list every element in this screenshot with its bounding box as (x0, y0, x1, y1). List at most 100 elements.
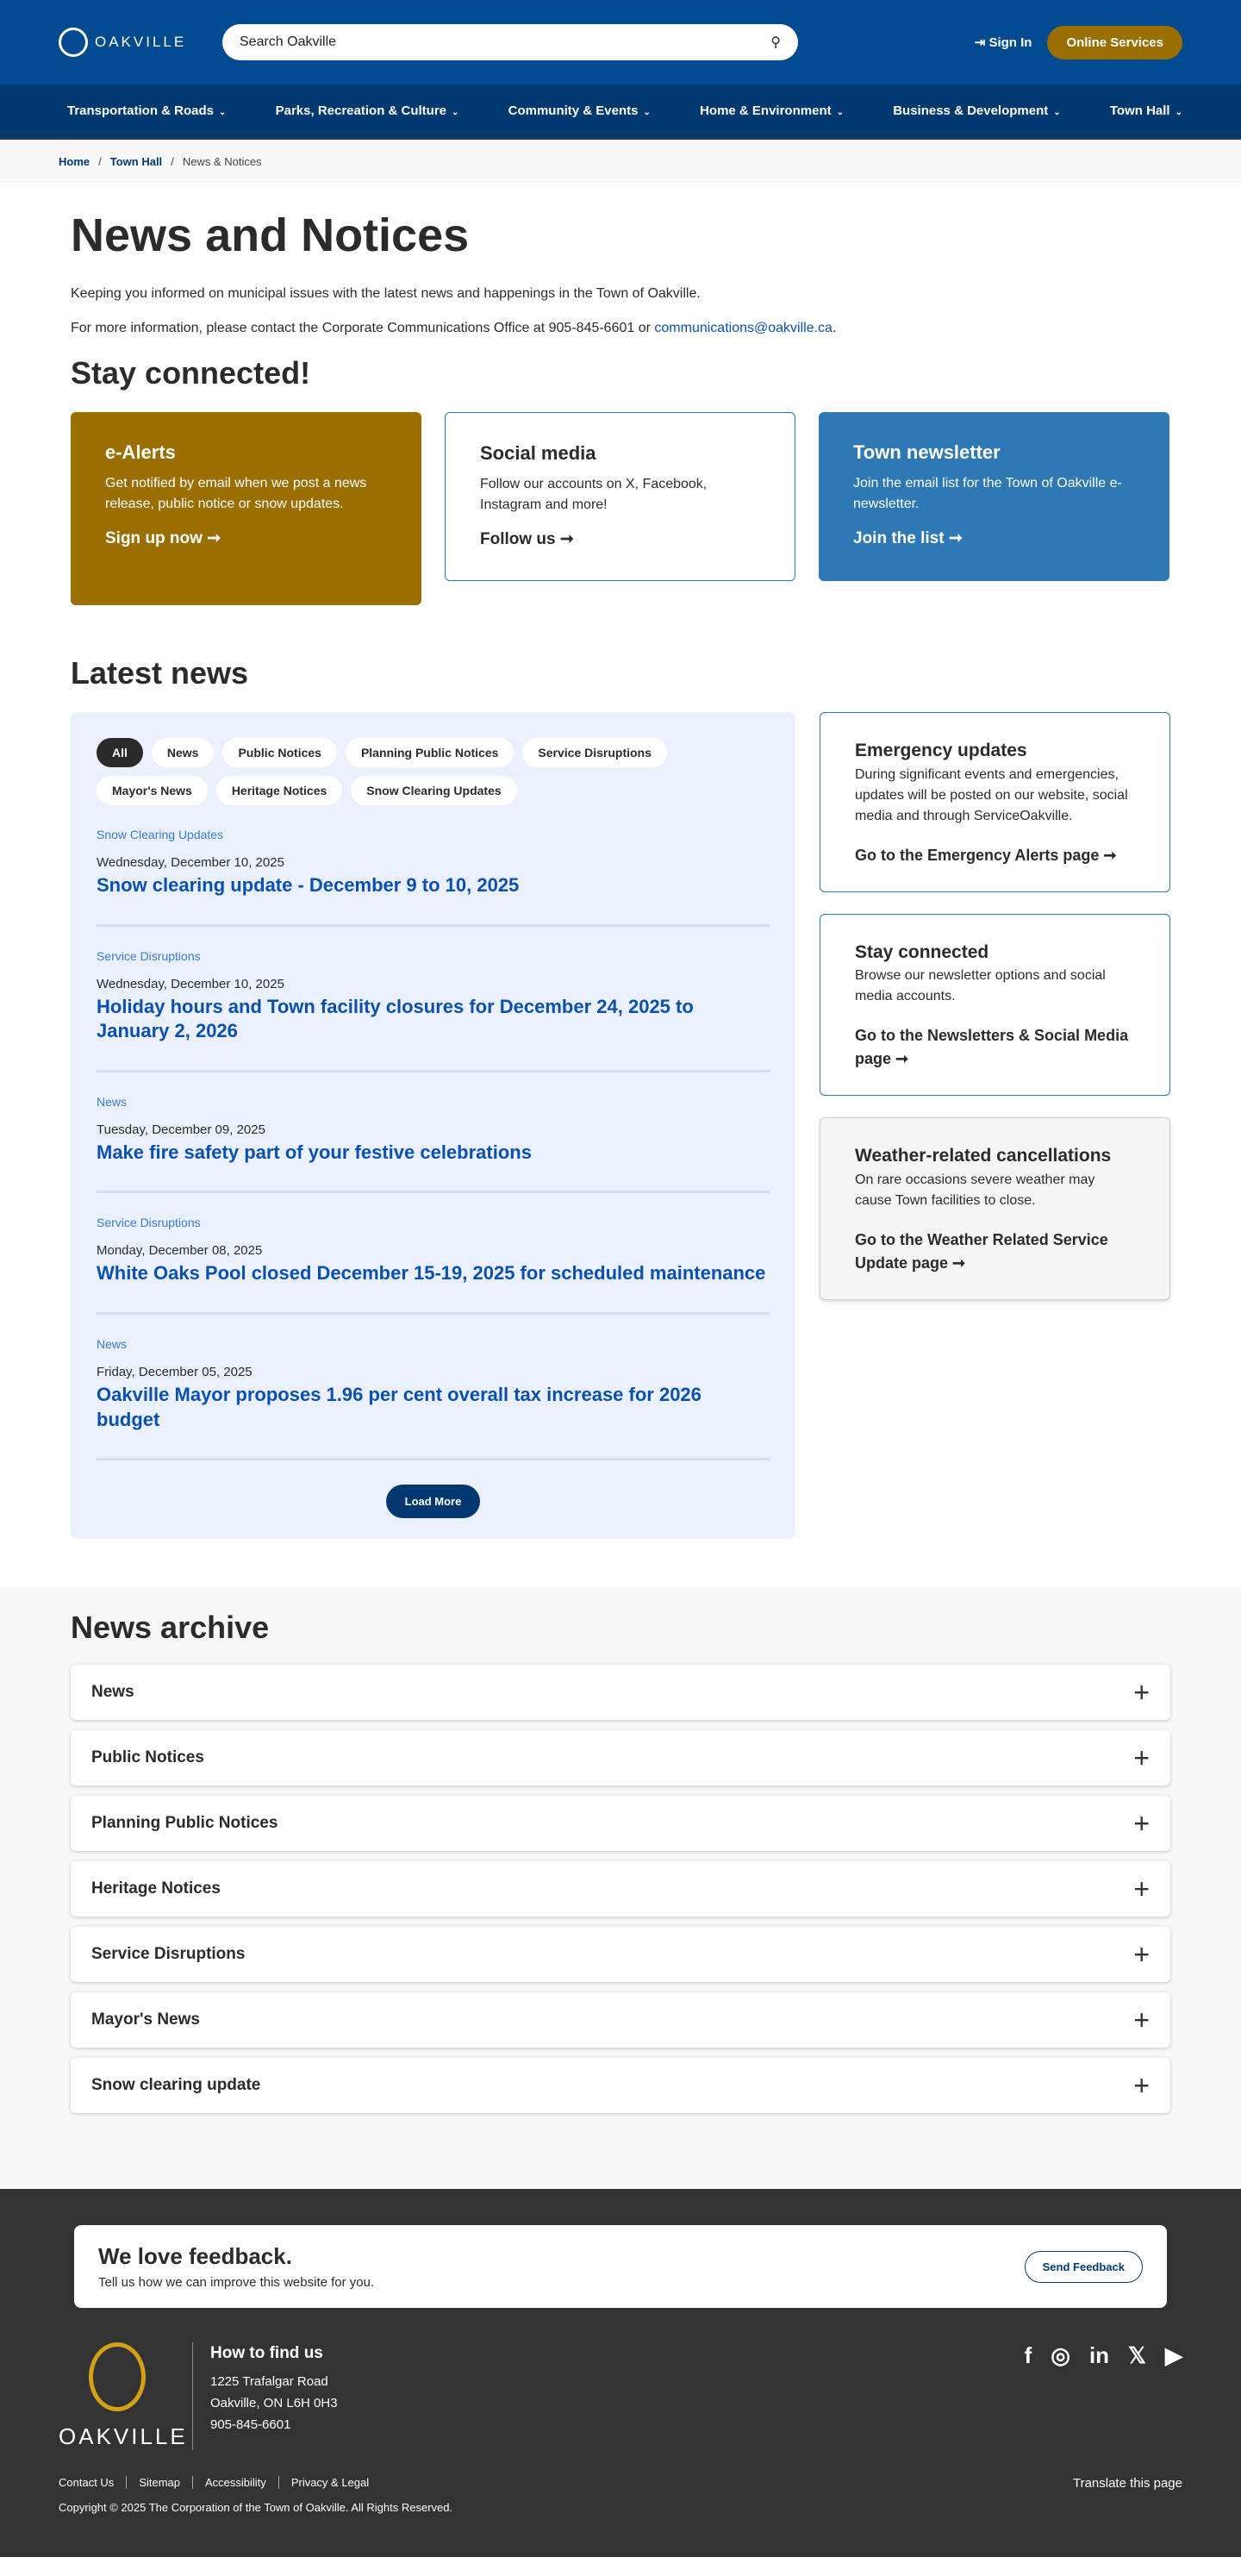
breadcrumb: Home / Town Hall / News & Notices (0, 140, 1241, 183)
archive-accordion[interactable]: News + (71, 1665, 1170, 1721)
send-feedback-button[interactable]: Send Feedback (1024, 2250, 1143, 2283)
search-icon[interactable]: ⚲ (770, 34, 781, 51)
e-alerts-card[interactable]: e-Alerts Get notified by email when we po… (71, 412, 421, 605)
follow-us-link[interactable]: Follow us ➞ (480, 528, 760, 553)
archive-accordion[interactable]: Snow clearing update + (71, 2058, 1170, 2114)
intro-text: Keeping you informed on municipal issues… (71, 286, 701, 301)
chevron-down-icon: ⌄ (836, 108, 844, 117)
card-text: On rare occasions severe weather may cau… (855, 1172, 1095, 1208)
nav-item[interactable]: Community & Events ⌄ (508, 103, 651, 118)
load-more-button[interactable]: Load More (385, 1485, 481, 1519)
logo-mark-icon (88, 2342, 146, 2412)
latest-news-panel: All News Public Notices Planning Public Not… (71, 712, 795, 1540)
sign-up-link[interactable]: Sign up now ➞ (105, 527, 387, 552)
breadcrumb-current: News & Notices (182, 154, 262, 168)
news-title-link[interactable]: Snow clearing update - December 9 to 10,… (97, 873, 770, 898)
search-input[interactable]: Search Oakville ⚲ (222, 24, 798, 60)
emergency-alerts-link[interactable]: Go to the Emergency Alerts page ➞ (855, 844, 1135, 867)
card-text: Join the email list for the Town of Oakv… (853, 476, 1122, 511)
sign-in-icon: ⇥ (974, 35, 989, 50)
news-title-link[interactable]: Make fire safety part of your festive ce… (97, 1141, 770, 1166)
sign-in-label: Sign In (988, 35, 1032, 50)
stay-connected-card: Stay connected Browse our newsletter opti… (820, 913, 1170, 1096)
archive-accordion[interactable]: Mayor's News + (71, 1992, 1170, 2048)
news-item: Service Disruptions Monday, December 08, … (97, 1193, 770, 1315)
feedback-title: We love feedback. (98, 2243, 292, 2270)
nav-item[interactable]: Business & Development ⌄ (893, 103, 1060, 118)
translate-link[interactable]: Translate this page (1073, 2476, 1182, 2514)
archive-accordion[interactable]: Heritage Notices + (71, 1861, 1170, 1917)
sign-in-link[interactable]: ⇥ Sign In (975, 34, 1032, 50)
card-text: Follow our accounts on X, Facebook, Inst… (480, 477, 708, 512)
nav-label: Business & Development (893, 103, 1049, 118)
phone: 905-845-6601 (210, 2417, 291, 2433)
weather-link[interactable]: Go to the Weather Related Service Update… (855, 1229, 1135, 1275)
footer-link[interactable]: Accessibility (192, 2476, 278, 2490)
filter-chip[interactable]: Heritage Notices (215, 776, 343, 805)
email-link[interactable]: communications@oakville.ca (654, 321, 833, 335)
news-category: Service Disruptions (97, 1216, 201, 1230)
news-archive: News archive News + Public Notices + Plannin… (0, 1587, 1241, 2190)
stay-connected-cards: e-Alerts Get notified by email when we po… (71, 412, 1170, 605)
filter-chip[interactable]: Planning Public Notices (345, 738, 514, 767)
accordion-label: Heritage Notices (91, 1879, 221, 1898)
news-category: Service Disruptions (97, 948, 201, 963)
filter-chip[interactable]: All (97, 738, 143, 767)
filter-chip[interactable]: Service Disruptions (522, 738, 667, 767)
find-us-heading: How to find us (210, 2344, 323, 2363)
plus-icon: + (1133, 1938, 1150, 1970)
page-title: News and Notices (71, 209, 470, 261)
logo-text: OAKVILLE (95, 34, 187, 50)
card-title: Social media (480, 442, 596, 464)
filter-chips: All News Public Notices Planning Public Not… (97, 738, 734, 805)
address-line: 1225 Trafalgar Road (210, 2374, 328, 2390)
nav-item[interactable]: Transportation & Roads ⌄ (67, 103, 226, 118)
linkedin-icon[interactable]: in (1089, 2342, 1109, 2450)
breadcrumb-home[interactable]: Home (59, 155, 90, 168)
filter-chip[interactable]: Mayor's News (97, 776, 208, 805)
nav-item[interactable]: Home & Environment ⌄ (700, 103, 844, 118)
footer-logo[interactable]: OAKVILLE (59, 2342, 193, 2451)
news-date: Monday, December 08, 2025 (97, 1243, 263, 1259)
nav-item[interactable]: Town Hall ⌄ (1110, 103, 1182, 118)
nav-label: Town Hall (1109, 103, 1170, 118)
news-title-link[interactable]: Holiday hours and Town facility closures… (97, 995, 770, 1044)
instagram-icon[interactable]: ◎ (1051, 2342, 1070, 2450)
footer-link[interactable]: Sitemap (126, 2476, 193, 2490)
newsletter-card[interactable]: Town newsletter Join the email list for t… (819, 412, 1169, 581)
news-title-link[interactable]: White Oaks Pool closed December 15-19, 2… (97, 1261, 770, 1286)
news-title-link[interactable]: Oakville Mayor proposes 1.96 per cent ov… (97, 1383, 770, 1432)
online-services-button[interactable]: Online Services (1047, 25, 1182, 59)
archive-accordion[interactable]: Public Notices + (71, 1730, 1170, 1786)
news-category: News (97, 1094, 128, 1109)
footer-link[interactable]: Contact Us (59, 2476, 126, 2489)
site-header: OAKVILLE Search Oakville ⚲ ⇥ Sign In Onli… (0, 0, 1241, 84)
card-title: Stay connected (855, 941, 989, 962)
main-nav: Transportation & Roads ⌄ Parks, Recreation… (0, 84, 1241, 140)
social-media-card[interactable]: Social media Follow our accounts on X, Fa… (445, 412, 795, 581)
filter-chip[interactable]: Public Notices (222, 738, 337, 767)
oakville-logo[interactable]: OAKVILLE (59, 28, 222, 57)
breadcrumb-town-hall[interactable]: Town Hall (110, 155, 162, 168)
news-category: Snow Clearing Updates (97, 828, 224, 841)
side-cards: Emergency updates During significant even… (820, 712, 1170, 1539)
card-title: Town newsletter (853, 441, 1001, 463)
latest-news-heading: Latest news (71, 655, 249, 691)
x-icon[interactable]: 𝕏 (1128, 2342, 1146, 2450)
card-title: e-Alerts (105, 441, 176, 463)
nav-label: Transportation & Roads (67, 103, 215, 118)
stay-connected-heading: Stay connected! (71, 355, 311, 391)
news-item: News Tuesday, December 09, 2025 Make fire … (97, 1072, 770, 1194)
filter-chip[interactable]: Snow Clearing Updates (351, 776, 517, 805)
filter-chip[interactable]: News (151, 738, 215, 767)
newsletters-link[interactable]: Go to the Newsletters & Social Media pag… (855, 1024, 1135, 1071)
youtube-icon[interactable]: ▶ (1165, 2342, 1182, 2450)
news-date: Wednesday, December 10, 2025 (97, 855, 284, 870)
join-list-link[interactable]: Join the list ➞ (853, 527, 1135, 552)
archive-accordion[interactable]: Service Disruptions + (71, 1927, 1170, 1983)
archive-accordion[interactable]: Planning Public Notices + (71, 1796, 1170, 1852)
nav-item[interactable]: Parks, Recreation & Culture ⌄ (276, 103, 459, 118)
footer-link[interactable]: Privacy & Legal (278, 2476, 382, 2490)
facebook-icon[interactable]: f (1025, 2342, 1032, 2450)
chevron-down-icon: ⌄ (452, 108, 459, 117)
